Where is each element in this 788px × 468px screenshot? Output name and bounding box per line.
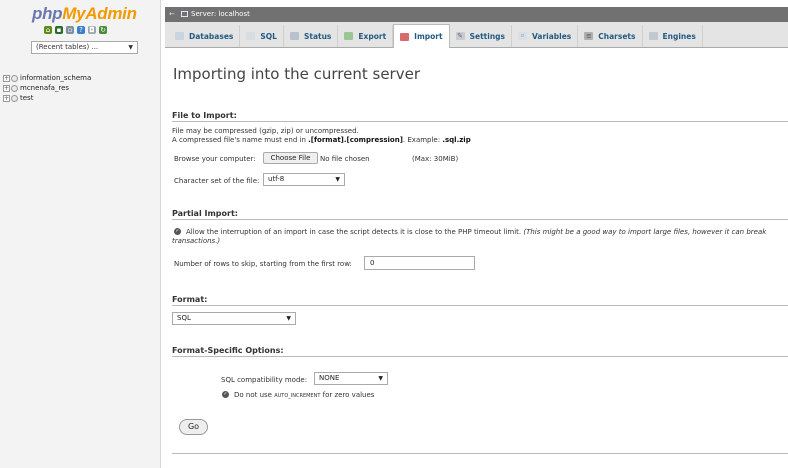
go-button[interactable]: Go bbox=[179, 419, 208, 435]
database-icon bbox=[11, 84, 18, 92]
server-icon bbox=[181, 11, 188, 17]
main-content: Importing into the current server File t… bbox=[165, 48, 788, 468]
settings-icon: ✎ bbox=[455, 32, 465, 40]
format-select[interactable]: SQL ▼ bbox=[172, 312, 296, 325]
db-item-test[interactable]: + test bbox=[3, 93, 91, 103]
reload-icon[interactable]: ↻ bbox=[99, 26, 107, 34]
tab-status[interactable]: Status bbox=[284, 25, 339, 47]
expand-icon[interactable]: + bbox=[3, 74, 10, 82]
page-title: Importing into the current server bbox=[173, 65, 420, 83]
tab-sql[interactable]: SQL bbox=[240, 25, 284, 47]
allow-interrupt-checkbox[interactable]: ✓ bbox=[174, 228, 181, 235]
divider bbox=[172, 356, 788, 357]
tab-engines[interactable]: Engines bbox=[643, 25, 703, 47]
query-window-icon[interactable]: ▫ bbox=[66, 26, 74, 34]
browse-label: Browse your computer: bbox=[174, 155, 256, 163]
partial-import-heading: Partial Import: bbox=[172, 209, 238, 218]
tab-export[interactable]: Export bbox=[338, 25, 394, 47]
quick-links: ⌂ ▪ ▫ ? ◘ ↻ bbox=[44, 26, 107, 34]
db-item-information-schema[interactable]: + information_schema bbox=[3, 73, 91, 83]
server-breadcrumb[interactable]: Server: localhost bbox=[181, 7, 250, 22]
menu-tabs: Databases SQL Status Export Import ✎ Sett… bbox=[165, 22, 788, 48]
charsets-icon: ≡ bbox=[584, 32, 594, 40]
format-options-heading: Format-Specific Options: bbox=[172, 346, 284, 355]
divider bbox=[172, 305, 788, 306]
format-heading: Format: bbox=[172, 295, 208, 304]
choose-file-button[interactable]: Choose File bbox=[263, 152, 318, 164]
docs-icon[interactable]: ? bbox=[77, 26, 85, 34]
divider bbox=[172, 219, 788, 220]
chevron-down-icon: ▼ bbox=[286, 315, 291, 322]
tab-import[interactable]: Import bbox=[393, 24, 450, 48]
compression-note: File may be compressed (gzip, zip) or un… bbox=[172, 127, 359, 135]
sql-compat-select[interactable]: NONE ▼ bbox=[314, 372, 388, 385]
divider bbox=[172, 121, 788, 122]
home-icon[interactable]: ⌂ bbox=[44, 26, 52, 34]
export-icon bbox=[344, 32, 354, 40]
tab-databases[interactable]: Databases bbox=[169, 25, 241, 47]
no-file-chosen-text: No file chosen bbox=[320, 155, 370, 163]
db-item-mcnenafa-res[interactable]: + mcnenafa_res bbox=[3, 83, 91, 93]
sql-icon bbox=[246, 32, 256, 40]
chevron-down-icon: ▼ bbox=[335, 176, 340, 183]
no-auto-increment-label: Do not use AUTO_INCREMENT for zero value… bbox=[234, 391, 375, 399]
database-tree: + information_schema + mcnenafa_res + test bbox=[3, 73, 91, 103]
tab-settings[interactable]: ✎ Settings bbox=[450, 25, 512, 47]
import-icon bbox=[400, 32, 410, 41]
charset-select[interactable]: utf-8 ▼ bbox=[263, 173, 345, 186]
expand-icon[interactable]: + bbox=[3, 84, 10, 92]
collapse-arrow-icon[interactable]: ← bbox=[169, 7, 175, 22]
status-icon bbox=[289, 32, 299, 40]
database-icon bbox=[175, 32, 184, 40]
tab-charsets[interactable]: ≡ Charsets bbox=[578, 25, 643, 47]
navigation-panel: phpMyAdmin ⌂ ▪ ▫ ? ◘ ↻ (Recent tables) .… bbox=[0, 0, 161, 468]
allow-interrupt-label: Allow the interruption of an import in c… bbox=[186, 228, 767, 236]
breadcrumb-bar: ← Server: localhost bbox=[165, 7, 788, 22]
allow-interrupt-note: transactions.) bbox=[172, 237, 221, 245]
skip-rows-input[interactable]: 0 bbox=[364, 256, 475, 270]
database-icon bbox=[11, 74, 18, 82]
engines-icon bbox=[648, 32, 658, 40]
chevron-down-icon: ▼ bbox=[128, 44, 133, 51]
sql-compat-label: SQL compatibility mode: bbox=[221, 376, 308, 384]
no-auto-increment-checkbox[interactable]: ✓ bbox=[222, 391, 229, 398]
compression-example: A compressed file's name must end in .[f… bbox=[172, 136, 471, 144]
expand-icon[interactable]: + bbox=[3, 94, 10, 102]
file-to-import-heading: File to Import: bbox=[172, 111, 237, 120]
tab-variables[interactable]: ◦ Variables bbox=[512, 25, 579, 47]
variables-icon: ◦ bbox=[518, 32, 527, 40]
database-icon bbox=[11, 94, 18, 102]
sql-docs-icon[interactable]: ◘ bbox=[88, 26, 96, 34]
charset-label: Character set of the file: bbox=[174, 177, 260, 185]
divider bbox=[172, 453, 788, 454]
phpmyadmin-logo[interactable]: phpMyAdmin bbox=[32, 4, 137, 24]
chevron-down-icon: ▼ bbox=[378, 375, 383, 382]
recent-tables-select[interactable]: (Recent tables) ... ▼ bbox=[31, 41, 138, 54]
skip-rows-label: Number of rows to skip, starting from th… bbox=[174, 260, 352, 268]
logout-icon[interactable]: ▪ bbox=[55, 26, 63, 34]
max-size-text: (Max: 30MiB) bbox=[412, 155, 459, 163]
